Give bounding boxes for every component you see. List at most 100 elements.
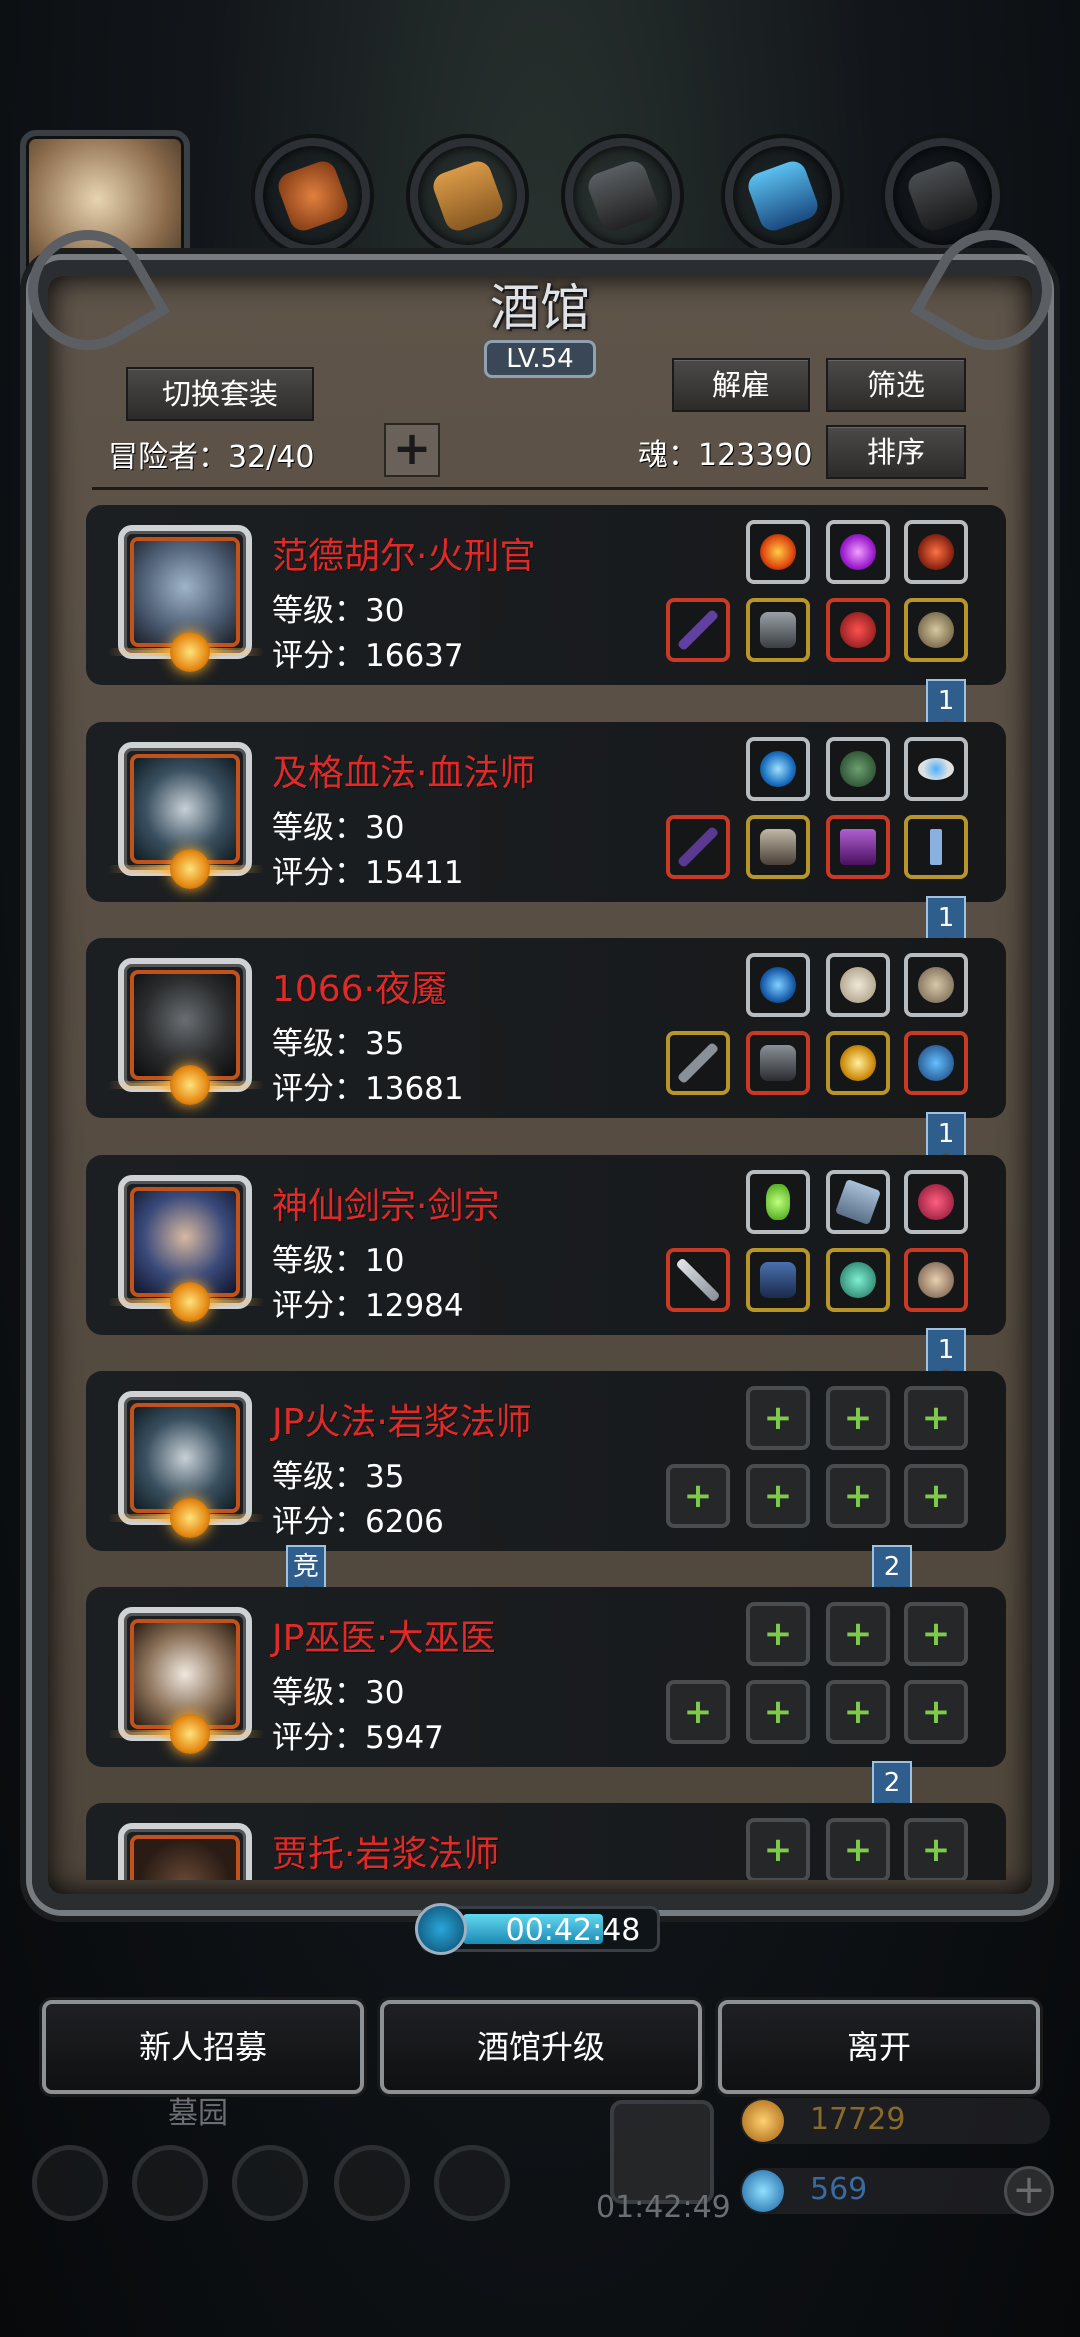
rank-medal-icon — [170, 849, 210, 889]
blue-amulet-icon[interactable] — [904, 1031, 968, 1095]
fang-icon[interactable] — [826, 953, 890, 1017]
sword-weapon-icon[interactable] — [666, 1248, 730, 1312]
blue-orb-icon[interactable] — [746, 737, 810, 801]
green-orb-icon[interactable] — [826, 737, 890, 801]
panel-title: 酒馆 — [490, 279, 590, 337]
eye-charm-icon[interactable] — [904, 737, 968, 801]
hero-level: 等级：30 — [272, 810, 405, 846]
rank-medal-icon — [170, 1498, 210, 1538]
clock-icon — [415, 1903, 467, 1955]
empty-slot-add-icon[interactable]: + — [826, 1818, 890, 1880]
staff-weapon-icon[interactable] — [666, 598, 730, 662]
bronze-amulet-icon[interactable] — [904, 1248, 968, 1312]
header-divider — [92, 487, 988, 490]
gem-icon — [742, 2170, 784, 2212]
hero-row[interactable]: JP火法·岩浆法师 等级：35 评分：6206 + + + + + + + — [86, 1371, 1006, 1551]
fire-rune-icon[interactable] — [746, 520, 810, 584]
empty-slot-add-icon[interactable]: + — [746, 1818, 810, 1880]
cross-pendant-icon[interactable] — [904, 815, 968, 879]
ring-icon[interactable] — [826, 598, 890, 662]
empty-slot-add-icon[interactable]: + — [904, 1386, 968, 1450]
resource-orb-food-icon[interactable] — [255, 138, 370, 253]
area-label: 墓园 — [168, 2096, 228, 2131]
leave-button[interactable]: 离开 — [718, 2000, 1040, 2094]
hero-name: 神仙剑宗·剑宗 — [272, 1186, 500, 1227]
staff-weapon-icon[interactable] — [666, 815, 730, 879]
upgrade-tavern-button[interactable]: 酒馆升级 — [380, 2000, 702, 2094]
flame-charm-icon[interactable] — [904, 520, 968, 584]
dismiss-button[interactable]: 解雇 — [672, 358, 810, 412]
hero-row[interactable]: 神仙剑宗·剑宗 等级：10 评分：12984 — [86, 1155, 1006, 1335]
resource-orb-stone-icon[interactable] — [565, 138, 680, 253]
resource-orb-crystal-icon[interactable] — [725, 138, 840, 253]
empty-slot-add-icon[interactable]: + — [904, 1464, 968, 1528]
timer-text: 00:42:48 — [505, 1913, 641, 1948]
rank-medal-icon — [170, 632, 210, 672]
green-crystal-icon[interactable] — [746, 1170, 810, 1234]
empty-slot-add-icon[interactable]: + — [746, 1602, 810, 1666]
add-slot-button[interactable]: + — [384, 423, 440, 477]
sort-button[interactable]: 排序 — [826, 425, 966, 479]
tower-icon[interactable] — [232, 2145, 308, 2221]
chest-armor-icon[interactable] — [746, 598, 810, 662]
hero-level: 等级：10 — [272, 1243, 405, 1279]
recruit-button[interactable]: 新人招募 — [42, 2000, 364, 2094]
amulet-icon[interactable] — [904, 598, 968, 662]
resource-orb-wood-icon[interactable] — [410, 138, 525, 253]
hero-name: JP火法·岩浆法师 — [272, 1402, 532, 1443]
gold-ring-icon[interactable] — [826, 1031, 890, 1095]
spellbook-icon[interactable] — [826, 815, 890, 879]
mail-icon[interactable] — [334, 2145, 410, 2221]
empty-slot-add-icon[interactable]: + — [904, 1818, 968, 1880]
empty-slot-add-icon[interactable]: + — [746, 1386, 810, 1450]
hero-avatar[interactable] — [118, 1823, 252, 1880]
hero-row[interactable]: 及格血法·血法师 等级：30 评分：15411 — [86, 722, 1006, 902]
robe-armor-icon[interactable] — [746, 815, 810, 879]
teal-gem-icon[interactable] — [826, 1248, 890, 1312]
empty-slot-add-icon[interactable]: + — [826, 1680, 890, 1744]
switch-outfit-button[interactable]: 切换套装 — [126, 367, 314, 421]
empty-slot-add-icon[interactable]: + — [666, 1464, 730, 1528]
hero-score: 评分：5947 — [272, 1720, 444, 1756]
gold-counter: 17729 — [740, 2098, 1050, 2144]
hero-row[interactable]: JP巫医·大巫医 等级：30 评分：5947 + + + + + + + — [86, 1587, 1006, 1767]
empty-slot-add-icon[interactable]: + — [746, 1464, 810, 1528]
hero-name: 范德胡尔·火刑官 — [272, 536, 536, 577]
gift-timer: 01:42:49 — [596, 2190, 731, 2225]
hero-list[interactable]: 范德胡尔·火刑官 等级：30 评分：16637 1 及格血法·血法师 等级：30… — [86, 505, 1006, 1880]
hero-name: 贾托·岩浆法师 — [272, 1834, 500, 1875]
empty-slot-add-icon[interactable]: + — [826, 1386, 890, 1450]
empty-slot-add-icon[interactable]: + — [666, 1680, 730, 1744]
cloak-armor-icon[interactable] — [746, 1248, 810, 1312]
red-pouch-icon[interactable] — [904, 1170, 968, 1234]
hero-level: 等级：35 — [272, 1026, 405, 1062]
empty-slot-add-icon[interactable]: + — [826, 1464, 890, 1528]
hero-row[interactable]: 范德胡尔·火刑官 等级：30 评分：16637 — [86, 505, 1006, 685]
empty-slot-add-icon[interactable]: + — [826, 1602, 890, 1666]
add-gems-button[interactable]: + — [1004, 2166, 1054, 2216]
hero-row[interactable]: 1066·夜魇 等级：35 评分：13681 — [86, 938, 1006, 1118]
plate-armor-icon[interactable] — [746, 1031, 810, 1095]
star-badge-icon[interactable] — [132, 2145, 208, 2221]
hero-score: 评分：12984 — [272, 1288, 464, 1324]
hero-score: 评分：6206 — [272, 1504, 444, 1540]
map-icon[interactable] — [434, 2145, 510, 2221]
hero-name: JP巫医·大巫医 — [272, 1618, 496, 1659]
hero-level: 等级：35 — [272, 1459, 405, 1495]
empty-slot-add-icon[interactable]: + — [904, 1680, 968, 1744]
hero-name: 及格血法·血法师 — [272, 753, 536, 794]
dagger-weapon-icon[interactable] — [666, 1031, 730, 1095]
adventurer-count: 冒险者：32/40 — [108, 440, 315, 475]
settings-gear-icon[interactable] — [32, 2145, 108, 2221]
empty-slot-add-icon[interactable]: + — [746, 1680, 810, 1744]
empty-slot-add-icon[interactable]: + — [904, 1602, 968, 1666]
gift-box-icon[interactable] — [610, 2100, 714, 2204]
filter-button[interactable]: 筛选 — [826, 358, 966, 412]
hero-level: 等级：30 — [272, 593, 405, 629]
hero-row[interactable]: 贾托·岩浆法师 + + + — [86, 1803, 1006, 1880]
blue-flame-icon[interactable] — [746, 953, 810, 1017]
purple-gem-icon[interactable] — [826, 520, 890, 584]
scroll-icon[interactable] — [826, 1170, 890, 1234]
hero-score: 评分：16637 — [272, 638, 464, 674]
skull-icon[interactable] — [904, 953, 968, 1017]
